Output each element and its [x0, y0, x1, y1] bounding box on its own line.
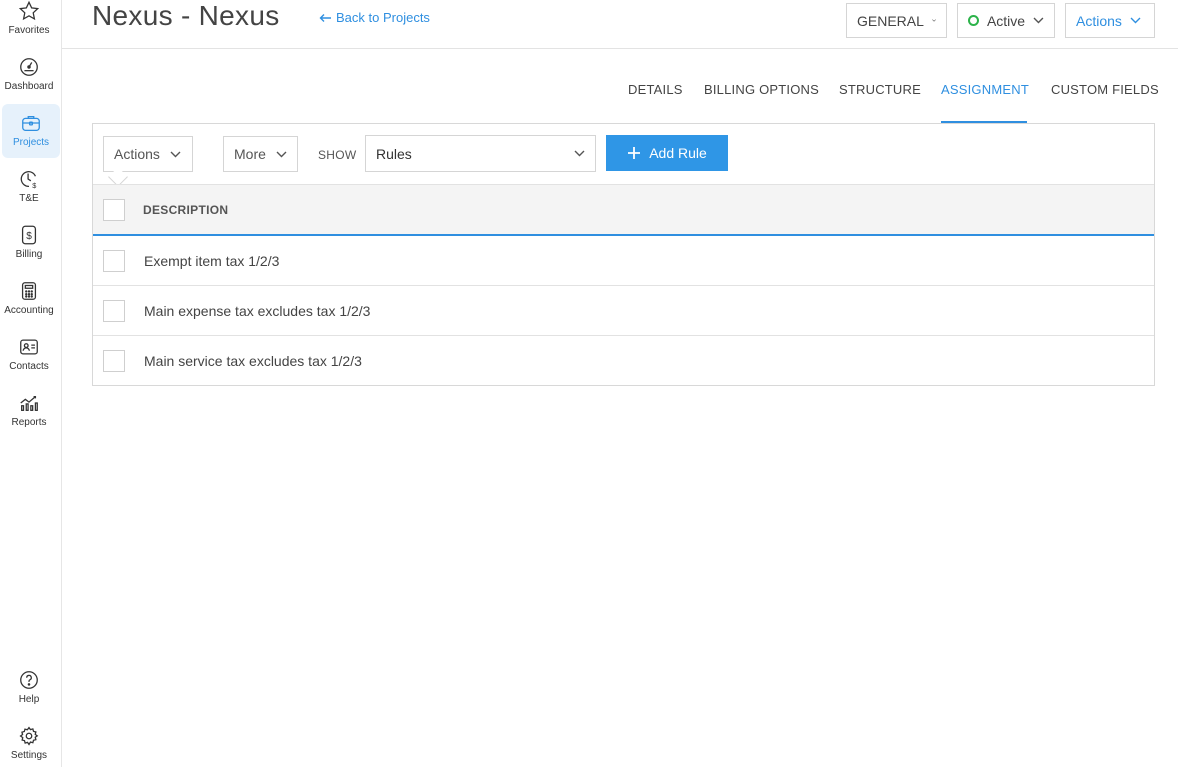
sidebar-item-label: Billing [15, 249, 43, 260]
svg-text:$: $ [32, 181, 36, 190]
table-header: DESCRIPTION [93, 184, 1154, 236]
sidebar-item-label: T&E [19, 193, 39, 204]
tab-billing-options[interactable]: BILLING OPTIONS [704, 82, 819, 124]
sidebar-item-favorites[interactable]: Favorites [0, 0, 58, 54]
status-indicator-icon [968, 15, 979, 26]
gauge-icon [20, 58, 38, 76]
sidebar-item-contacts[interactable]: Contacts [0, 336, 58, 390]
help-icon [20, 671, 38, 689]
sidebar-item-accounting[interactable]: Accounting [0, 280, 58, 334]
sidebar-item-dashboard[interactable]: Dashboard [0, 56, 58, 110]
general-dropdown[interactable]: GENERAL [846, 3, 947, 38]
sidebar: Favorites Dashboard Projects $ T&E $ Bil… [0, 0, 62, 767]
row-description[interactable]: Exempt item tax 1/2/3 [144, 253, 279, 269]
select-all-checkbox[interactable] [103, 199, 125, 221]
sidebar-item-label: Reports [11, 417, 47, 428]
table-row[interactable]: Exempt item tax 1/2/3 [93, 236, 1154, 286]
chevron-down-icon [574, 150, 585, 157]
tab-assignment[interactable]: ASSIGNMENT [941, 82, 1029, 124]
header-actions-dropdown[interactable]: Actions [1065, 3, 1155, 38]
general-dropdown-label: GENERAL [857, 12, 924, 29]
row-description[interactable]: Main service tax excludes tax 1/2/3 [144, 353, 362, 369]
sidebar-item-label: Help [18, 694, 40, 705]
show-select[interactable]: Rules [365, 135, 596, 172]
sidebar-item-projects[interactable]: Projects [2, 104, 60, 158]
star-icon [18, 0, 40, 21]
page-title: Nexus - Nexus [92, 0, 280, 31]
rules-panel: Actions More SHOW Rules Add Rule DESCRIP… [92, 123, 1155, 386]
plus-icon [628, 147, 641, 159]
tab-custom-fields[interactable]: CUSTOM FIELDS [1051, 82, 1159, 124]
header-actions-label: Actions [1076, 12, 1122, 29]
actions-dropdown[interactable]: Actions [103, 136, 193, 172]
svg-text:$: $ [26, 231, 32, 242]
table-row[interactable]: Main expense tax excludes tax 1/2/3 [93, 286, 1154, 336]
show-label: SHOW [318, 148, 357, 162]
table-row[interactable]: Main service tax excludes tax 1/2/3 [93, 336, 1154, 386]
arrow-left-icon [319, 13, 331, 22]
chevron-down-icon [1130, 17, 1141, 24]
sidebar-item-te[interactable]: $ T&E [0, 168, 58, 222]
sidebar-item-label: Accounting [4, 305, 54, 316]
clock-dollar-icon: $ [20, 171, 36, 190]
gear-icon [19, 726, 39, 746]
show-select-value: Rules [376, 145, 412, 162]
add-rule-label: Add Rule [649, 145, 707, 161]
more-dropdown-label: More [234, 146, 266, 162]
row-checkbox[interactable] [103, 300, 125, 322]
column-header-description[interactable]: DESCRIPTION [143, 203, 228, 217]
status-dropdown-label: Active [986, 12, 1026, 29]
more-dropdown[interactable]: More [223, 136, 298, 172]
sidebar-item-label: Dashboard [4, 81, 54, 92]
sidebar-item-billing[interactable]: $ Billing [0, 224, 58, 278]
row-checkbox[interactable] [103, 350, 125, 372]
chart-icon [20, 395, 38, 411]
calculator-icon [21, 282, 37, 300]
status-dropdown[interactable]: Active [957, 3, 1055, 38]
sidebar-item-label: Settings [10, 750, 48, 761]
back-link-label: Back to Projects [336, 10, 430, 25]
chevron-down-icon [932, 19, 936, 22]
add-rule-button[interactable]: Add Rule [606, 135, 728, 171]
tab-details[interactable]: DETAILS [628, 82, 683, 124]
header-divider [62, 48, 1178, 49]
chevron-down-icon [276, 151, 287, 157]
briefcase-icon [22, 115, 40, 131]
tab-structure[interactable]: STRUCTURE [839, 82, 921, 124]
back-to-projects-link[interactable]: Back to Projects [319, 10, 430, 25]
chevron-down-icon [170, 151, 181, 157]
chevron-down-icon [1033, 17, 1044, 24]
row-description[interactable]: Main expense tax excludes tax 1/2/3 [144, 303, 370, 319]
invoice-dollar-icon: $ [21, 225, 37, 245]
row-checkbox[interactable] [103, 250, 125, 272]
sidebar-item-label: Contacts [9, 361, 49, 372]
sidebar-item-help[interactable]: Help [0, 669, 58, 723]
actions-dropdown-label: Actions [114, 146, 160, 162]
sidebar-item-settings[interactable]: Settings [0, 725, 58, 767]
sidebar-item-label: Favorites [8, 25, 50, 36]
contact-card-icon [20, 339, 38, 355]
sidebar-item-label: Projects [12, 137, 50, 148]
sidebar-item-reports[interactable]: Reports [0, 392, 58, 446]
